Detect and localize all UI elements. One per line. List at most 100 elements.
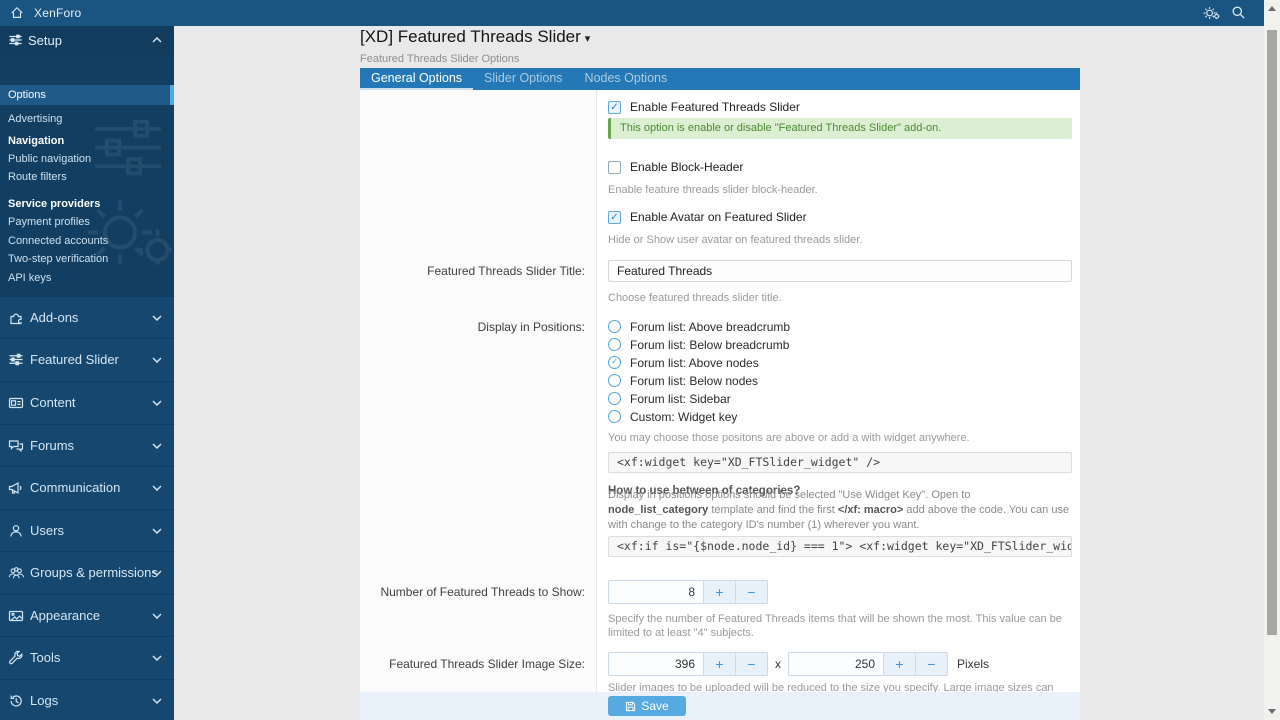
sidebar-item-api-keys[interactable]: API keys [0,268,174,288]
decrement-button[interactable]: − [915,653,947,675]
sidebar-item-advertising[interactable]: Advertising [0,109,174,129]
tab-slider-options[interactable]: Slider Options [473,68,574,90]
radio-icon[interactable]: ✓ [608,374,621,387]
tab-general-options[interactable]: General Options [360,68,473,90]
radio-icon[interactable]: ✓ [608,356,621,369]
chevron-down-icon [152,613,162,619]
page-title[interactable]: [XD] Featured Threads Slider ▾ [360,27,590,47]
chevron-down-icon [152,357,162,363]
sidebar-item-label: Advertising [8,113,62,125]
search-icon[interactable] [1231,5,1246,20]
sidebar-section-add-ons[interactable]: Add-ons [0,296,174,338]
size-unit-label: Pixels [957,657,989,671]
sidebar-item-two-step-verification[interactable]: Two-step verification [0,249,174,269]
check-icon: ✓ [609,357,620,367]
form-row-slider-title: Featured Threads Slider Title: Choose fe… [360,250,1080,310]
sidebar-section-groups-permissions[interactable]: Groups & permissions [0,551,174,593]
threads-count-hint: Specify the number of Featured Threads i… [608,612,1072,640]
chevron-down-icon [152,570,162,576]
scrollbar-thumb[interactable] [1267,30,1277,635]
content-card-icon [8,395,24,411]
checkbox-enable-slider[interactable]: ✓ [608,101,621,114]
checkbox-avatar[interactable]: ✓ [608,211,621,224]
radio-label: Forum list: Above breadcrumb [630,320,790,334]
sidebar-item-options[interactable]: Options [0,85,174,105]
avatar-checkbox-row[interactable]: ✓ Enable Avatar on Featured Slider [608,210,807,224]
radio-icon[interactable]: ✓ [608,338,621,351]
threads-count-label: Number of Featured Threads to Show: [360,585,585,599]
sidebar-section-logs[interactable]: Logs [0,679,174,720]
page-scrollbar[interactable] [1264,0,1280,720]
scroll-down-arrow-icon[interactable] [1268,709,1276,714]
threads-count-input[interactable] [609,581,703,603]
sidebar-section-appearance[interactable]: Appearance [0,594,174,636]
sidebar-item-payment-profiles[interactable]: Payment profiles [0,212,174,232]
sidebar-item-label: Route filters [8,171,67,183]
form-row-enable-slider: ✓ Enable Featured Threads Slider This op… [360,90,1080,150]
increment-button[interactable]: + [703,581,735,603]
scroll-up-arrow-icon[interactable] [1268,6,1276,11]
sidebar-section-featured-slider[interactable]: Featured Slider [0,338,174,380]
form-row-avatar: ✓ Enable Avatar on Featured Slider Hide … [360,200,1080,250]
setup-submenu: Options Advertising Navigation Public na… [0,55,174,296]
gears-icon[interactable] [1203,5,1220,21]
increment-button[interactable]: + [703,653,735,675]
brand-link[interactable]: XenForo [34,6,81,20]
sidebar-item-route-filters[interactable]: Route filters [0,167,174,187]
positions-hint: You may choose those positons are above … [608,431,1072,445]
radio-below-breadcrumb[interactable]: ✓ Forum list: Below breadcrumb [608,337,789,352]
sidebar-section-users[interactable]: Users [0,509,174,551]
image-width-input[interactable] [609,653,703,675]
tab-nodes-options[interactable]: Nodes Options [574,68,679,90]
comments-icon [8,438,24,454]
block-header-checkbox-row[interactable]: ✓ Enable Block-Header [608,160,743,174]
sidebar-item-label: Options [8,89,46,101]
sidebar-item-connected-accounts[interactable]: Connected accounts [0,231,174,251]
chevron-down-icon [152,443,162,449]
check-icon: ✓ [609,102,620,113]
sidebar-section-communication[interactable]: Communication [0,466,174,508]
checkbox-block-header[interactable]: ✓ [608,161,621,174]
save-button[interactable]: Save [608,696,686,716]
image-height-input[interactable] [789,653,883,675]
sidebar-section-setup[interactable]: Setup [0,26,174,55]
sidebar-section-content[interactable]: Content [0,381,174,423]
radio-below-nodes[interactable]: ✓ Forum list: Below nodes [608,373,758,388]
widget-code-snippet: <xf:widget key="XD_FTSlider_widget" /> [608,452,1072,473]
radio-icon[interactable]: ✓ [608,410,621,423]
page-title-text: [XD] Featured Threads Slider [360,27,581,46]
radio-icon[interactable]: ✓ [608,392,621,405]
radio-label: Forum list: Above nodes [630,356,759,370]
radio-sidebar[interactable]: ✓ Forum list: Sidebar [608,391,731,406]
sidebar: Setup Options Advertising Navigation Pub… [0,26,174,720]
sidebar-section-forums[interactable]: Forums [0,424,174,466]
radio-label: Forum list: Below nodes [630,374,758,388]
avatar-hint: Hide or Show user avatar on featured thr… [608,233,1072,247]
radio-above-breadcrumb[interactable]: ✓ Forum list: Above breadcrumb [608,319,790,334]
title-dropdown-caret-icon[interactable]: ▾ [585,33,591,45]
decrement-button[interactable]: − [735,581,767,603]
chevron-down-icon [152,698,162,704]
sidebar-section-tools[interactable]: Tools [0,636,174,678]
image-size-label: Featured Threads Slider Image Size: [360,657,585,671]
image-height-spinner: + − [788,652,948,676]
decrement-button[interactable]: − [735,653,767,675]
slider-title-input[interactable] [608,260,1072,282]
chevron-up-icon [152,37,162,43]
radio-above-nodes[interactable]: ✓ Forum list: Above nodes [608,355,759,370]
radio-custom-widget-key[interactable]: ✓ Custom: Widget key [608,409,737,424]
positions-label: Display in Positions: [360,320,585,334]
howto-bold: </xf: macro> [838,504,903,516]
sidebar-item-public-navigation[interactable]: Public navigation [0,149,174,169]
block-header-hint: Enable feature threads slider block-head… [608,183,1072,197]
save-button-label: Save [641,699,668,713]
home-icon[interactable] [10,6,24,20]
radio-icon[interactable]: ✓ [608,320,621,333]
floppy-icon [625,701,636,712]
enable-slider-checkbox-row[interactable]: ✓ Enable Featured Threads Slider [608,100,800,114]
sidebar-item-label: API keys [8,272,51,284]
increment-button[interactable]: + [883,653,915,675]
form-row-threads-count: Number of Featured Threads to Show: + − … [360,570,1080,645]
user-icon [8,523,24,539]
sidebar-setup-label: Setup [28,33,62,48]
